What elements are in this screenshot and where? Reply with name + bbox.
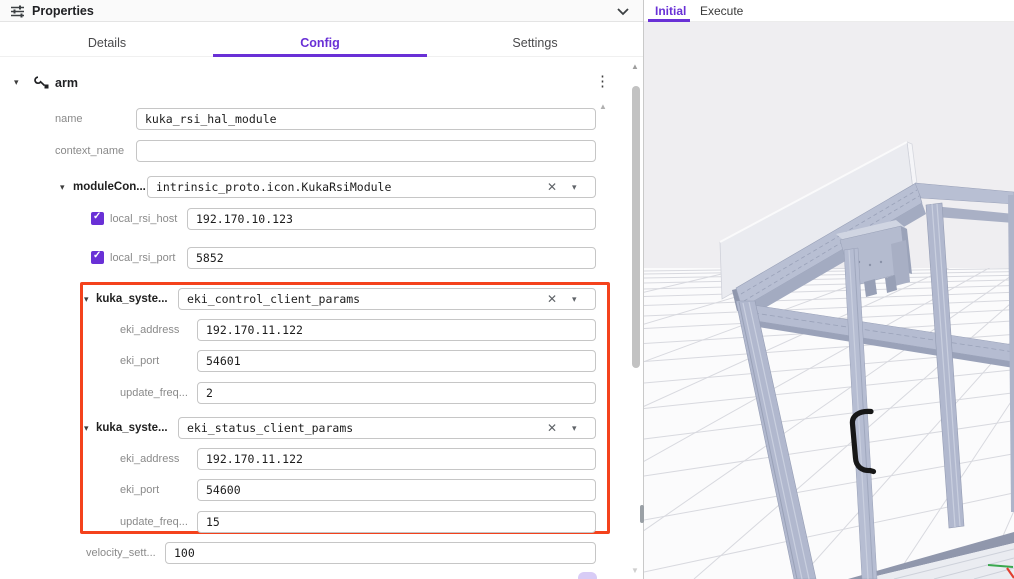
field-label-eki-port: eki_port — [120, 355, 159, 367]
field-label-local-rsi-port: local_rsi_port — [110, 252, 175, 264]
clear-icon[interactable]: ✕ — [547, 292, 557, 306]
floating-action-button-partial[interactable] — [578, 572, 597, 579]
clear-icon[interactable]: ✕ — [547, 421, 557, 435]
tab-details[interactable]: Details — [32, 36, 182, 50]
tune-icon — [10, 4, 25, 19]
name-input[interactable] — [136, 108, 596, 130]
robot-arm-icon — [34, 74, 50, 90]
update-freq-input-2[interactable] — [197, 511, 596, 533]
local-rsi-port-input[interactable] — [187, 247, 596, 269]
checkbox-local-rsi-host[interactable] — [91, 212, 104, 225]
group-caret-icon[interactable]: ▾ — [84, 423, 89, 434]
context-name-input[interactable] — [136, 140, 596, 162]
group-label-module-config: moduleCon... — [73, 181, 146, 193]
kebab-menu-icon[interactable]: ⋮ — [595, 74, 610, 90]
eki-port-input-2[interactable] — [197, 479, 596, 501]
field-label-eki-address: eki_address — [120, 324, 179, 336]
field-label-name: name — [55, 113, 83, 125]
tab-initial[interactable]: Initial — [655, 4, 686, 18]
group-label-kuka-system-2: kuka_syste... — [96, 422, 168, 434]
scroll-up-icon[interactable]: ▲ — [631, 62, 639, 71]
field-label-context-name: context_name — [55, 145, 124, 157]
component-name: arm — [55, 76, 78, 90]
form-scroll-up-icon[interactable]: ▲ — [599, 102, 607, 111]
expand-caret-icon[interactable]: ▾ — [14, 77, 19, 88]
field-label-eki-port: eki_port — [120, 484, 159, 496]
dropdown-caret-icon[interactable]: ▾ — [572, 294, 577, 305]
group-label-kuka-system-1: kuka_syste... — [96, 293, 168, 305]
field-label-update-freq: update_freq... — [120, 516, 188, 528]
group-caret-icon[interactable]: ▾ — [84, 294, 89, 305]
dropdown-caret-icon[interactable]: ▾ — [572, 423, 577, 434]
tab-config[interactable]: Config — [245, 36, 395, 50]
collapse-chevron-down-icon[interactable] — [616, 7, 630, 16]
update-freq-input-1[interactable] — [197, 382, 596, 404]
clear-icon[interactable]: ✕ — [547, 180, 557, 194]
field-label-update-freq: update_freq... — [120, 387, 188, 399]
kuka-system-select-2[interactable] — [178, 417, 596, 439]
tab-execute[interactable]: Execute — [700, 4, 743, 18]
dropdown-caret-icon[interactable]: ▾ — [572, 182, 577, 193]
velocity-input[interactable] — [165, 542, 596, 564]
tab-settings[interactable]: Settings — [460, 36, 610, 50]
field-label-local-rsi-host: local_rsi_host — [110, 213, 177, 225]
local-rsi-host-input[interactable] — [187, 208, 596, 230]
kuka-system-select-1[interactable] — [178, 288, 596, 310]
eki-address-input-2[interactable] — [197, 448, 596, 470]
eki-address-input-1[interactable] — [197, 319, 596, 341]
app-window: Properties Details Config Settings ▾ arm… — [0, 0, 1014, 579]
active-tab-indicator — [213, 54, 427, 57]
3d-viewport[interactable] — [644, 22, 1014, 579]
module-config-select[interactable] — [147, 176, 596, 198]
eki-port-input-1[interactable] — [197, 350, 596, 372]
scroll-down-icon[interactable]: ▼ — [631, 566, 639, 575]
field-label-eki-address: eki_address — [120, 453, 179, 465]
panel-title: Properties — [32, 4, 94, 18]
field-label-velocity: velocity_sett... — [86, 547, 156, 559]
properties-header: Properties — [0, 0, 643, 22]
checkbox-local-rsi-port[interactable] — [91, 251, 104, 264]
scrollbar-thumb[interactable] — [632, 86, 640, 368]
group-caret-icon[interactable]: ▾ — [60, 182, 65, 193]
